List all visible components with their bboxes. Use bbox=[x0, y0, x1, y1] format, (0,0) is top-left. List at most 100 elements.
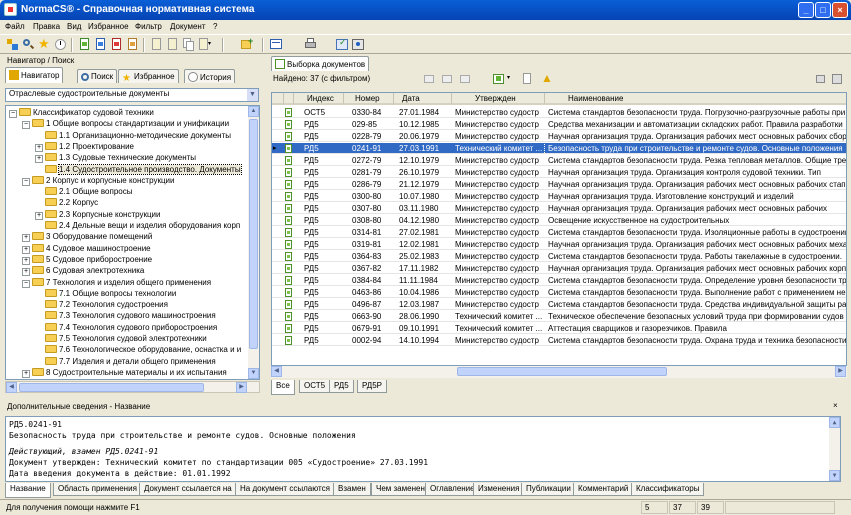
info-tab[interactable]: Изменения bbox=[473, 483, 525, 496]
document-type-select[interactable]: Отраслевые судостроительные документы ▼ bbox=[5, 88, 259, 102]
column-header-name[interactable]: Наименование bbox=[545, 93, 846, 105]
filter-icon[interactable] bbox=[493, 73, 506, 86]
menu-filter[interactable]: Фильтр bbox=[135, 22, 162, 31]
table-row[interactable]: РД5 0679-91 09.10.1991 Технический комитет … bbox=[272, 323, 846, 334]
tab-favorites[interactable]: ★ Избранное bbox=[118, 69, 179, 84]
info-tab[interactable]: Область применения bbox=[53, 483, 142, 496]
scroll-up-icon[interactable]: ▲ bbox=[829, 417, 840, 428]
expand-icon[interactable]: + bbox=[35, 211, 43, 220]
column-header-index[interactable]: Индекс bbox=[294, 93, 344, 105]
table-row[interactable]: РД5 0314-81 27.02.1981 Министерство судостр… bbox=[272, 227, 846, 238]
chevron-down-icon[interactable]: ▼ bbox=[246, 89, 258, 101]
table-row[interactable]: РД5 0281-79 26.10.1979 Министерство судостр… bbox=[272, 167, 846, 178]
info-tab[interactable]: Название bbox=[5, 483, 51, 498]
table-row[interactable]: РД5 0307-80 03.11.1980 Министерство судостр… bbox=[272, 203, 846, 214]
documents-table[interactable]: Индекс Номер Дата Утвержден Наименование… bbox=[271, 92, 847, 366]
table-row[interactable]: РД5 0272-79 12.10.1979 Министерство судостр… bbox=[272, 155, 846, 166]
table-row[interactable]: ОСТ5 0330-84 27.01.1984 Министерство судост… bbox=[272, 107, 846, 118]
table-row[interactable]: РД5 0319-81 12.02.1981 Министерство судостр… bbox=[272, 239, 846, 250]
tree-node[interactable]: − Классификатор судовой техники bbox=[9, 107, 154, 118]
tree-node[interactable]: 1.4 Судостроительное производство. Докум… bbox=[35, 163, 242, 175]
check-icon[interactable]: ✓ bbox=[336, 37, 349, 51]
doc-green-icon[interactable] bbox=[78, 38, 91, 51]
tree-node[interactable]: 2.4 Дельные вещи и изделия оборудования … bbox=[35, 220, 240, 231]
compare-icon[interactable] bbox=[270, 38, 283, 51]
close-panel-icon[interactable] bbox=[831, 73, 844, 86]
tab-rd5[interactable]: РД5 bbox=[329, 380, 354, 393]
settings-icon[interactable] bbox=[352, 38, 365, 51]
info-tab[interactable]: Оглавление bbox=[425, 483, 480, 496]
scroll-down-icon[interactable]: ▼ bbox=[248, 368, 259, 379]
tree-node[interactable]: 1.1 Организационно-методические документ… bbox=[35, 130, 231, 141]
menu-help[interactable]: ? bbox=[213, 22, 217, 31]
scroll-left-icon[interactable]: ◀ bbox=[6, 382, 17, 393]
collapse-icon[interactable]: − bbox=[22, 279, 30, 288]
tree-node[interactable]: 7.6 Технологическое оборудование, оснаст… bbox=[35, 344, 241, 355]
view-list-icon[interactable] bbox=[441, 73, 454, 86]
table-row[interactable]: РД5 0463-86 10.04.1986 Министерство судостр… bbox=[272, 287, 846, 298]
menu-favorites[interactable]: Избранное bbox=[88, 22, 129, 31]
tab-search[interactable]: Поиск bbox=[77, 69, 118, 83]
scroll-thumb[interactable] bbox=[457, 367, 667, 376]
close-button[interactable]: × bbox=[832, 2, 848, 18]
tree-node[interactable]: +4 Судовое машиностроение bbox=[22, 243, 151, 254]
info-vertical-scrollbar[interactable]: ▲ ▼ bbox=[829, 417, 840, 481]
scroll-thumb[interactable] bbox=[19, 383, 204, 392]
tree-node[interactable]: +8 Судостроительные материалы и их испыт… bbox=[22, 367, 227, 378]
warning-icon[interactable]: ▲ bbox=[541, 71, 554, 86]
chevron-down-icon[interactable]: ▾ bbox=[507, 73, 520, 86]
table-row[interactable]: РД5 0367-82 17.11.1982 Министерство судостр… bbox=[272, 263, 846, 274]
table-row[interactable]: ▸ РД5 0241-91 27.03.1991 Технический комитет… bbox=[272, 142, 846, 155]
expand-icon[interactable]: + bbox=[35, 143, 43, 152]
star-icon[interactable]: ★ bbox=[38, 36, 51, 51]
menu-document[interactable]: Документ bbox=[170, 22, 206, 31]
copy-icon[interactable] bbox=[182, 38, 195, 51]
tree-node[interactable]: 2.2 Корпус bbox=[35, 197, 98, 208]
tab-navigator[interactable]: Навигатор bbox=[5, 67, 64, 83]
scroll-right-icon[interactable]: ▶ bbox=[835, 366, 846, 377]
table-row[interactable]: РД5 0663-90 28.06.1990 Технический комитет … bbox=[272, 311, 846, 322]
restore-icon[interactable] bbox=[815, 73, 828, 86]
table-row[interactable]: РД5 0308-80 04.12.1980 Министерство судостр… bbox=[272, 215, 846, 226]
expand-icon[interactable]: + bbox=[35, 155, 43, 164]
print-icon[interactable] bbox=[304, 38, 317, 51]
tab-rd5r[interactable]: РД5Р bbox=[357, 380, 388, 393]
history-icon[interactable] bbox=[54, 38, 67, 51]
tree-node[interactable]: 7.5 Технология судовой электротехники bbox=[35, 333, 207, 344]
scroll-down-icon[interactable]: ▼ bbox=[829, 470, 840, 481]
collapse-icon[interactable]: − bbox=[22, 177, 30, 186]
doc-orange-icon[interactable] bbox=[126, 38, 139, 51]
menu-file[interactable]: Файл bbox=[5, 22, 25, 31]
table-horizontal-scrollbar[interactable]: ◀ ▶ bbox=[271, 366, 847, 378]
doc-red-icon[interactable] bbox=[110, 38, 123, 51]
page-dropdown-icon[interactable]: ▾ bbox=[198, 38, 211, 51]
collapse-icon[interactable]: − bbox=[22, 121, 30, 130]
info-tab[interactable]: Документ ссылается на bbox=[139, 483, 237, 496]
tree-horizontal-scrollbar[interactable]: ◀ ▶ bbox=[5, 381, 260, 393]
table-row[interactable]: РД5 0364-83 25.02.1983 Министерство судостр… bbox=[272, 251, 846, 262]
column-header-number[interactable]: Номер bbox=[344, 93, 394, 105]
scroll-left-icon[interactable]: ◀ bbox=[271, 366, 282, 377]
column-header-date[interactable]: Дата bbox=[394, 93, 452, 105]
minimize-button[interactable]: _ bbox=[798, 2, 814, 18]
scroll-up-icon[interactable]: ▲ bbox=[248, 106, 259, 117]
info-tab[interactable]: Комментарий bbox=[573, 483, 634, 496]
tree-node[interactable]: 7.7 Изделия и детали общего применения bbox=[35, 356, 216, 367]
close-icon[interactable]: × bbox=[833, 402, 842, 411]
tree-node[interactable]: 2.1 Общие вопросы bbox=[35, 186, 132, 197]
table-row[interactable]: РД5 029-85 10.12.1985 Министерство судостр С… bbox=[272, 119, 846, 130]
tree-node[interactable]: +2.3 Корпусные конструкции bbox=[35, 209, 160, 220]
tree-node[interactable]: +5 Судовое приборостроение bbox=[22, 254, 152, 265]
tree-vertical-scrollbar[interactable]: ▲ ▼ bbox=[248, 106, 259, 379]
info-tab[interactable]: Взамен bbox=[333, 483, 371, 496]
expand-icon[interactable]: + bbox=[22, 245, 30, 254]
menu-edit[interactable]: Правка bbox=[33, 22, 60, 31]
doc-icon[interactable] bbox=[521, 73, 534, 86]
page-icon[interactable] bbox=[150, 38, 163, 51]
info-tab[interactable]: Чем заменен bbox=[371, 483, 430, 496]
table-row[interactable]: РД5 0286-79 21.12.1979 Министерство судостр… bbox=[272, 179, 846, 190]
table-row[interactable]: РД5 0300-80 10.07.1980 Министерство судостр… bbox=[272, 191, 846, 202]
info-tab[interactable]: На документ ссылаются bbox=[235, 483, 335, 496]
view-detail-icon[interactable] bbox=[459, 73, 472, 86]
menu-view[interactable]: Вид bbox=[67, 22, 81, 31]
